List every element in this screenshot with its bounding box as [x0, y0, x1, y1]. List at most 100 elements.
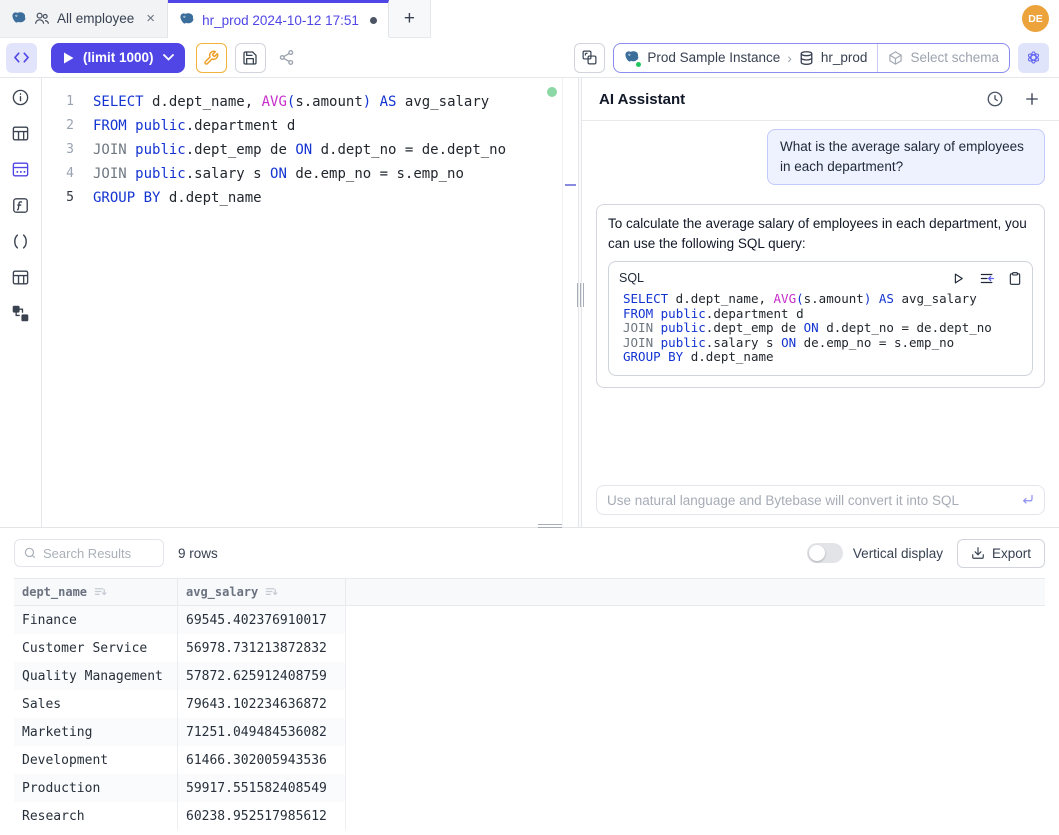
editor-line[interactable]: 3JOIN public.dept_emp de ON d.dept_no = …	[42, 138, 578, 162]
table-row: Marketing71251.049484536082	[14, 718, 346, 746]
code-line: SELECT d.dept_name, AVG(s.amount) AS avg…	[623, 292, 1022, 307]
table-cell[interactable]: Production	[14, 774, 178, 802]
new-tab-button[interactable]: +	[389, 0, 431, 37]
table-icon[interactable]	[11, 123, 31, 143]
new-chat-icon[interactable]	[1023, 90, 1041, 108]
column-header-avg-salary[interactable]: avg_salary	[178, 579, 346, 605]
results-table-body: Finance69545.402376910017Customer Servic…	[14, 606, 1045, 830]
code-line: JOIN public.dept_emp de ON d.dept_no = d…	[623, 321, 1022, 336]
vertical-display-toggle[interactable]	[807, 543, 843, 563]
table-row: Customer Service56978.731213872832	[14, 634, 346, 662]
export-button[interactable]: Export	[957, 539, 1045, 568]
code-panel-toggle-button[interactable]	[6, 43, 37, 73]
editor-line[interactable]: 5GROUP BY d.dept_name	[42, 186, 578, 210]
vertical-display-label: Vertical display	[853, 546, 943, 561]
left-icon-sidebar	[0, 78, 42, 527]
tab-hr-prod[interactable]: hr_prod 2024-10-12 17:51	[168, 0, 389, 37]
assistant-response-card: To calculate the average salary of emplo…	[596, 204, 1045, 388]
table-cell[interactable]: 71251.049484536082	[178, 718, 346, 746]
editor-line-text: SELECT d.dept_name, AVG(s.amount) AS avg…	[86, 90, 489, 114]
schema-sync-icon	[581, 49, 598, 66]
table-cell[interactable]: 60238.952517985612	[178, 802, 346, 830]
table-cell[interactable]: 56978.731213872832	[178, 634, 346, 662]
code-block-body[interactable]: SELECT d.dept_name, AVG(s.amount) AS avg…	[619, 292, 1022, 365]
download-icon	[971, 546, 985, 560]
sql-editor[interactable]: 1SELECT d.dept_name, AVG(s.amount) AS av…	[42, 78, 578, 527]
postgres-icon	[11, 11, 27, 27]
line-number: 3	[42, 138, 86, 162]
schema-selector[interactable]: Select schema	[877, 44, 1009, 72]
format-sql-button[interactable]	[196, 43, 227, 73]
avatar[interactable]: DE	[1022, 5, 1049, 32]
line-number: 2	[42, 114, 86, 138]
assistant-response-text: To calculate the average salary of emplo…	[608, 214, 1033, 254]
table-cell[interactable]: Development	[14, 746, 178, 774]
ai-input-bar	[596, 485, 1045, 515]
schema-placeholder: Select schema	[910, 50, 999, 65]
search-results-input[interactable]	[43, 546, 155, 561]
users-icon	[34, 11, 50, 26]
editor-line[interactable]: 1SELECT d.dept_name, AVG(s.amount) AS av…	[42, 90, 578, 114]
table-cell[interactable]: 59917.551582408549	[178, 774, 346, 802]
results-panel: 9 rows Vertical display Export dept_name…	[0, 527, 1059, 835]
share-sheet-button[interactable]	[272, 43, 302, 73]
breadcrumb-separator: ›	[787, 50, 792, 66]
table-cell[interactable]: 61466.302005943536	[178, 746, 346, 774]
column-header-empty	[346, 579, 1045, 605]
postgres-icon	[179, 12, 195, 28]
editor-toolbar: (limit 1000) Prod Sample Instance	[0, 38, 1059, 78]
export-label: Export	[992, 546, 1031, 561]
sitemap-icon[interactable]	[11, 303, 31, 323]
editor-line-text: FROM public.department d	[86, 114, 295, 138]
horizontal-resize-handle[interactable]	[538, 524, 562, 528]
save-icon	[242, 50, 258, 66]
table-row: Quality Management57872.625912408759	[14, 662, 346, 690]
history-icon[interactable]	[986, 90, 1004, 108]
editor-code-area[interactable]: 1SELECT d.dept_name, AVG(s.amount) AS av…	[42, 78, 578, 210]
table-row: Finance69545.402376910017	[14, 606, 346, 634]
table-cell[interactable]: 57872.625912408759	[178, 662, 346, 690]
sidebar-toggle-wrap	[0, 43, 42, 73]
insert-into-editor-icon[interactable]	[979, 271, 995, 286]
resize-handle[interactable]	[576, 283, 584, 307]
copy-code-icon[interactable]	[1008, 271, 1022, 286]
er-diagram-icon[interactable]	[11, 159, 31, 179]
panel-resize-divider[interactable]	[578, 78, 582, 527]
run-code-icon[interactable]	[951, 271, 966, 286]
info-icon[interactable]	[11, 87, 31, 107]
connection-status-dot	[547, 87, 557, 97]
search-icon	[23, 546, 37, 560]
database-name: hr_prod	[821, 50, 868, 65]
table-cell[interactable]: Finance	[14, 606, 178, 634]
line-number: 1	[42, 90, 86, 114]
parentheses-icon[interactable]	[11, 231, 31, 251]
ai-prompt-input[interactable]	[607, 493, 1020, 508]
code-language-label: SQL	[619, 268, 938, 288]
unsaved-dot	[370, 17, 377, 24]
results-search-box	[14, 539, 164, 567]
run-query-button[interactable]: (limit 1000)	[51, 43, 185, 73]
table-cell[interactable]: Marketing	[14, 718, 178, 746]
table-cell[interactable]: Quality Management	[14, 662, 178, 690]
wrench-icon	[203, 50, 219, 66]
table-cell[interactable]: Customer Service	[14, 634, 178, 662]
column-label: avg_salary	[186, 585, 258, 599]
tab-all-employee[interactable]: All employee ×	[0, 0, 168, 37]
close-icon[interactable]: ×	[145, 10, 156, 27]
table-cell[interactable]: Research	[14, 802, 178, 830]
connection-instance[interactable]: Prod Sample Instance › hr_prod	[614, 44, 877, 72]
table-icon-2[interactable]	[11, 267, 31, 287]
table-cell[interactable]: Sales	[14, 690, 178, 718]
table-cell[interactable]: 79643.102234636872	[178, 690, 346, 718]
save-sheet-button[interactable]	[235, 43, 266, 73]
column-header-dept-name[interactable]: dept_name	[14, 579, 178, 605]
editor-line[interactable]: 2FROM public.department d	[42, 114, 578, 138]
function-icon[interactable]	[11, 195, 31, 215]
schema-sync-button[interactable]	[574, 43, 605, 73]
sort-icon[interactable]	[94, 586, 107, 598]
results-toolbar: 9 rows Vertical display Export	[14, 528, 1045, 578]
table-cell[interactable]: 69545.402376910017	[178, 606, 346, 634]
ai-assistant-button[interactable]	[1018, 43, 1049, 73]
sort-icon[interactable]	[265, 586, 278, 598]
editor-line[interactable]: 4JOIN public.salary s ON de.emp_no = s.e…	[42, 162, 578, 186]
